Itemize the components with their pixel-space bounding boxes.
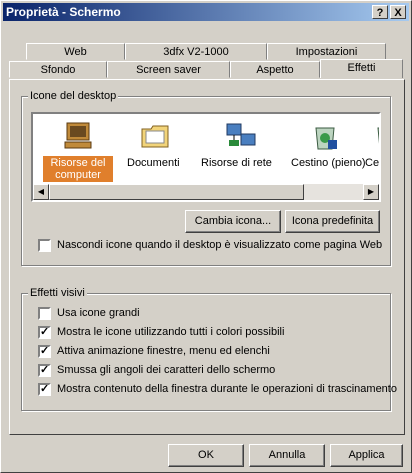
scroll-right-icon[interactable]: ▶ [363,184,379,200]
drag-contents-label: Mostra contenuto della finestra durante … [57,383,397,395]
animation-label: Attiva animazione finestre, menu ed elen… [57,345,270,357]
icon-label: Documenti [127,157,180,169]
animation-checkbox[interactable]: ✓ [38,345,51,358]
icon-label: Risorse di rete [201,157,272,169]
ok-button[interactable]: OK [168,444,244,467]
window-title: Proprietà - Schermo [6,5,121,19]
title-bar[interactable]: Proprietà - Schermo ? X [3,3,409,21]
tab-impostazioni[interactable]: Impostazioni [267,43,386,60]
help-button[interactable]: ? [372,5,388,19]
close-button[interactable]: X [390,5,406,19]
large-icons-checkbox[interactable] [38,307,51,320]
scroll-thumb[interactable] [49,184,304,200]
desktop-icons-group-label: Icone del desktop [28,90,119,102]
cancel-button[interactable]: Annulla [249,444,325,467]
tab-aspetto[interactable]: Aspetto [230,61,320,78]
horizontal-scrollbar[interactable]: ◀ ▶ [33,184,379,200]
computer-icon [64,122,92,149]
properties-dialog: Proprietà - Schermo ? X Web 3dfx V2-1000… [0,0,412,473]
all-colors-checkbox[interactable]: ✓ [38,326,51,339]
hide-icons-checkbox[interactable] [38,239,51,252]
tab-screen-saver[interactable]: Screen saver [107,61,230,78]
large-icons-label: Usa icone grandi [57,307,140,319]
icon-label: Risorse del computer [43,156,113,182]
apply-button[interactable]: Applica [330,444,403,467]
recycle-bin-full-icon [315,127,337,150]
tab-sfondo[interactable]: Sfondo [9,61,107,78]
icon-label: Cestino (pieno) [291,157,366,169]
tab-3dfx[interactable]: 3dfx V2-1000 [125,43,267,60]
recycle-bin-empty-icon [377,127,379,144]
desktop-icons-list[interactable]: Risorse del computer Documenti Risorse d… [31,112,381,202]
tab-effetti[interactable]: Effetti [320,59,403,78]
default-icon-button[interactable]: Icona predefinita [285,210,380,233]
scroll-left-icon[interactable]: ◀ [33,184,49,200]
hide-icons-label: Nascondi icone quando il desktop è visua… [57,239,383,251]
drag-contents-checkbox[interactable]: ✓ [38,383,51,396]
smooth-fonts-checkbox[interactable]: ✓ [38,364,51,377]
icon-label: Cestin [365,157,380,169]
all-colors-label: Mostra le icone utilizzando tutti i colo… [57,326,285,338]
folder-icon [141,125,169,148]
network-icon [226,123,256,146]
smooth-fonts-label: Smussa gli angoli dei caratteri dello sc… [57,364,276,376]
change-icon-button[interactable]: Cambia icona... [185,210,281,233]
visual-effects-group-label: Effetti visivi [28,287,87,299]
tab-web[interactable]: Web [26,43,125,60]
